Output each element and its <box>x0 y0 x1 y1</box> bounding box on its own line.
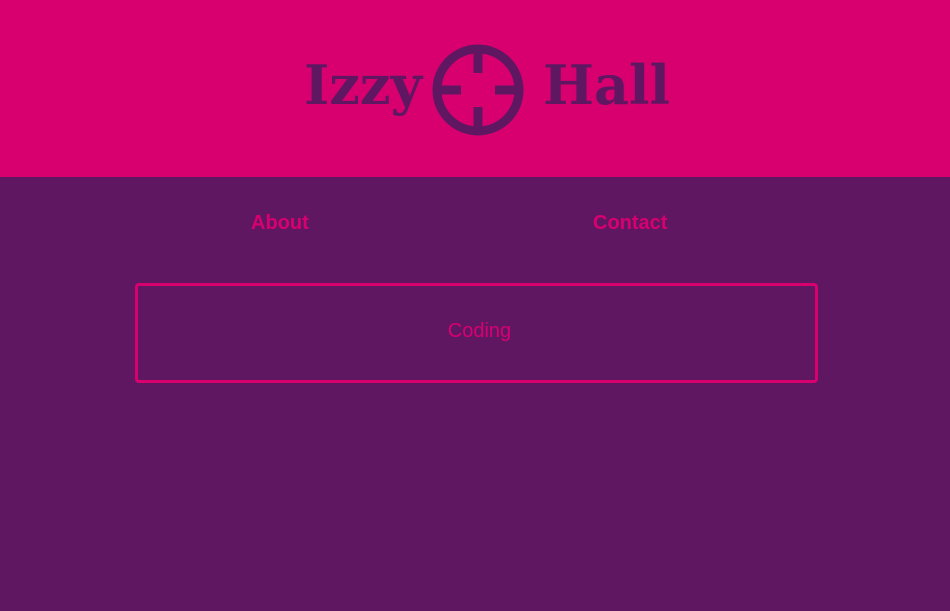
logo-last-name: Hall <box>543 53 671 117</box>
crosshair-icon <box>432 44 524 136</box>
logo-first-name: Izzy <box>304 53 422 117</box>
project-card-label: Coding <box>447 320 512 342</box>
nav-link-about[interactable]: About <box>251 212 309 235</box>
project-card-coding[interactable]: Coding <box>135 283 818 383</box>
nav-link-contact[interactable]: Contact <box>593 212 667 235</box>
